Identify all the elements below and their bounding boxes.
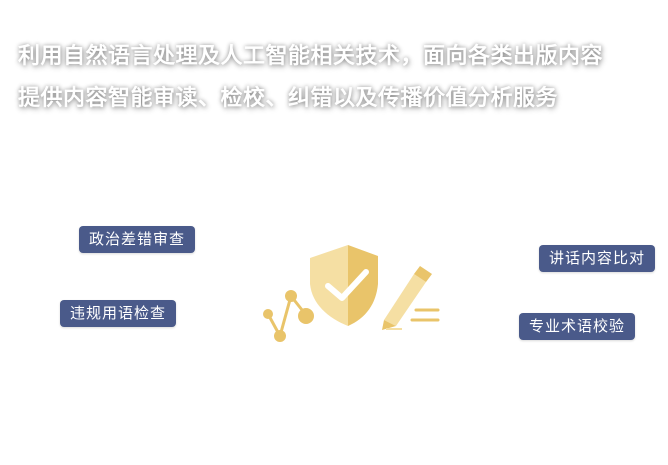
tag-terminology-verify[interactable]: 专业术语校验	[519, 313, 636, 340]
headline: 利用自然语言处理及人工智能相关技术，面向各类出版内容 提供内容智能审读、检校、纠…	[18, 36, 658, 120]
headline-line-1: 利用自然语言处理及人工智能相关技术，面向各类出版内容	[18, 44, 604, 69]
illustration-svg	[263, 245, 440, 342]
headline-line-2: 提供内容智能审读、检校、纠错以及传播价值分析服务	[18, 86, 559, 111]
tag-speech-content-compare[interactable]: 讲话内容比对	[539, 245, 656, 272]
tag-violation-term-check[interactable]: 违规用语检查	[60, 300, 177, 327]
tag-political-error-review[interactable]: 政治差错审查	[79, 226, 196, 253]
review-illustration	[262, 238, 444, 346]
shield-check-icon	[310, 245, 378, 326]
network-nodes-icon	[263, 290, 314, 342]
pen-edit-icon	[382, 266, 440, 330]
